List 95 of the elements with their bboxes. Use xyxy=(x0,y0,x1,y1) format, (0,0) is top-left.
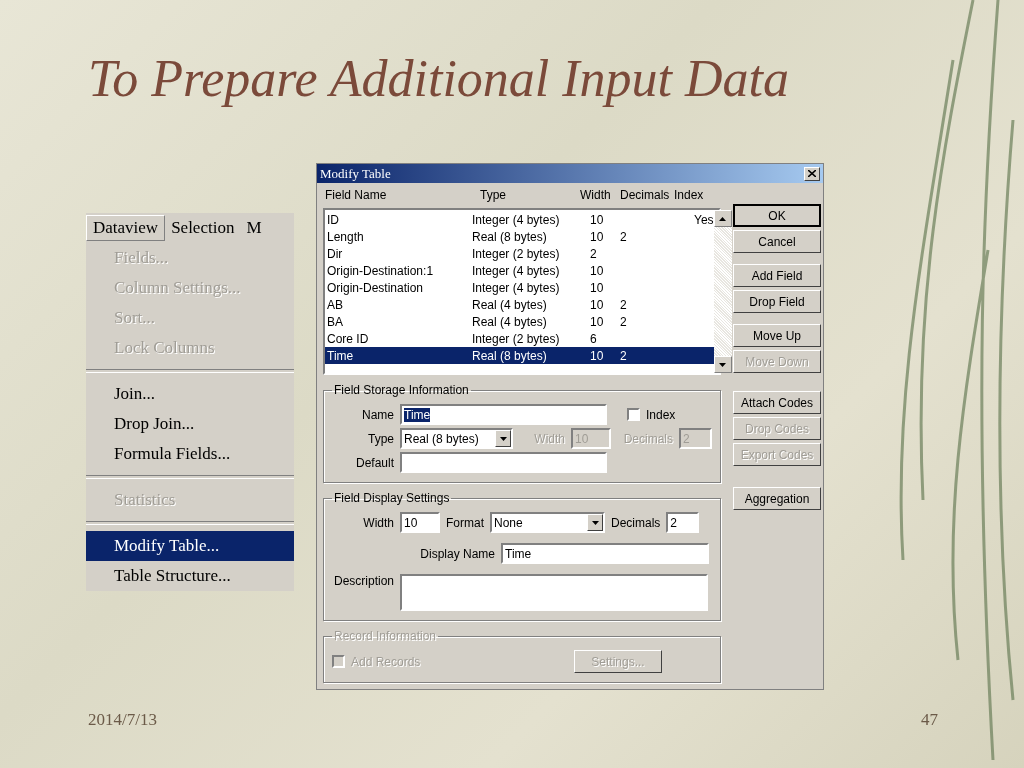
scrollbar[interactable] xyxy=(713,210,732,373)
decimals-field[interactable]: 2 xyxy=(666,512,700,533)
display-name-field[interactable]: Time xyxy=(501,543,709,564)
type-dropdown[interactable]: Real (8 bytes) xyxy=(400,428,513,449)
close-button[interactable] xyxy=(804,166,820,181)
field-label: Width xyxy=(362,515,394,530)
dialog-button[interactable]: Move Up xyxy=(733,324,821,347)
table-cell-text: Origin-Destination:1 xyxy=(327,263,435,278)
table-cell-text: 6 xyxy=(590,331,598,346)
column-header: Index xyxy=(674,188,705,202)
dialog-button[interactable]: Attach Codes xyxy=(733,391,821,414)
width-field[interactable]: 10 xyxy=(400,512,440,533)
field-label: Default xyxy=(354,455,394,470)
table-cell-text: 2 xyxy=(620,297,628,312)
menu-bar-item[interactable]: M xyxy=(240,216,268,240)
field-row[interactable]: BA Real (4 bytes) 10 2 xyxy=(325,313,714,330)
field-label: Display Name xyxy=(419,546,495,561)
description-field[interactable] xyxy=(400,574,708,611)
table-cell-text: 2 xyxy=(620,314,628,329)
table-cell-text: Integer (4 bytes) xyxy=(472,280,561,295)
table-cell-text: Integer (4 bytes) xyxy=(472,263,561,278)
group-legend: Field Display Settings xyxy=(332,491,452,505)
table-cell-text: 10 xyxy=(590,212,605,227)
column-header: Width xyxy=(580,188,612,202)
table-cell-text: Origin-Destination xyxy=(327,280,425,295)
field-label: Format xyxy=(446,515,484,530)
table-cell-text: 10 xyxy=(590,229,605,244)
name-field[interactable]: Time xyxy=(400,404,607,425)
close-icon xyxy=(808,170,816,177)
menu-item[interactable]: Table Structure... xyxy=(86,561,294,591)
field-label: Description xyxy=(332,574,394,588)
slide-number: 47 xyxy=(921,710,938,730)
menu-bar-item[interactable]: Selection xyxy=(165,216,241,240)
dialog-title: Modify Table xyxy=(320,165,391,182)
field-row[interactable]: Time Real (8 bytes) 10 2 xyxy=(325,347,714,364)
field-row[interactable]: ID Integer (4 bytes) 10 Yes xyxy=(325,211,714,228)
scroll-down-button[interactable] xyxy=(713,356,732,373)
table-cell-text: Dir xyxy=(327,246,344,261)
menu-bar-item[interactable]: Dataview xyxy=(86,215,166,241)
table-cell: Yes xyxy=(694,212,714,227)
group-legend: Record Information xyxy=(332,629,439,643)
group-legend: Field Storage Information xyxy=(332,383,471,397)
table-cell-text: Integer (2 bytes) xyxy=(472,246,561,261)
format-dropdown[interactable]: None xyxy=(490,512,605,533)
table-cell-text: ID xyxy=(327,212,340,227)
table-cell-text: Integer (2 bytes) xyxy=(472,331,561,346)
dialog-button[interactable]: Drop Field xyxy=(733,290,821,313)
checkbox-label: Index xyxy=(646,407,676,422)
field-row[interactable]: Core ID Integer (2 bytes) 6 xyxy=(325,330,714,347)
menu-item[interactable]: Modify Table... xyxy=(86,531,294,561)
table-cell-text: 2 xyxy=(590,246,598,261)
table-cell-text: 10 xyxy=(590,263,605,278)
field-label: Type xyxy=(367,431,394,446)
field-label: Decimals xyxy=(611,515,661,530)
scroll-up-button[interactable] xyxy=(713,210,732,227)
field-row[interactable]: Origin-Destination:1 Integer (4 bytes) 10 xyxy=(325,262,714,279)
table-cell-text: Length xyxy=(327,229,365,244)
column-header: Field Name xyxy=(325,188,388,202)
default-field[interactable] xyxy=(400,452,607,473)
table-cell-text: Integer (4 bytes) xyxy=(472,212,561,227)
table-cell-text: 10 xyxy=(590,297,605,312)
table-cell-text: Real (8 bytes) xyxy=(472,229,548,244)
slide-title: To Prepare Additional Input Data xyxy=(88,49,790,109)
down-arrow-icon xyxy=(499,436,507,441)
menu-item[interactable]: Formula Fields... xyxy=(86,439,294,469)
field-row[interactable]: Dir Integer (2 bytes) 2 xyxy=(325,245,714,262)
table-cell-text: Core ID xyxy=(327,331,370,346)
table-cell-text: 10 xyxy=(590,280,605,295)
down-arrow-icon xyxy=(719,362,727,367)
dialog-button[interactable]: OK xyxy=(733,204,821,227)
table-cell-text: Time xyxy=(327,348,355,363)
up-arrow-icon xyxy=(719,216,727,221)
table-cell-text: 10 xyxy=(590,348,605,363)
table-cell-text: BA xyxy=(327,314,344,329)
menu-item[interactable]: Join... xyxy=(86,379,294,409)
table-cell-text: 10 xyxy=(590,314,605,329)
slide-date: 2014/7/13 xyxy=(88,710,157,730)
dialog-button[interactable]: Cancel xyxy=(733,230,821,253)
field-row[interactable]: Origin-Destination Integer (4 bytes) 10 xyxy=(325,279,714,296)
index-checkbox[interactable] xyxy=(627,408,640,421)
table-cell-text: 2 xyxy=(620,348,628,363)
field-row[interactable]: AB Real (4 bytes) 10 2 xyxy=(325,296,714,313)
field-row[interactable]: Length Real (8 bytes) 10 2 xyxy=(325,228,714,245)
table-cell-text: AB xyxy=(327,297,344,312)
down-arrow-icon xyxy=(591,520,599,525)
dialog-button[interactable]: Aggregation xyxy=(733,487,821,510)
menu-item[interactable]: Drop Join... xyxy=(86,409,294,439)
table-cell-text: Real (8 bytes) xyxy=(472,348,548,363)
table-cell-text: 2 xyxy=(620,229,628,244)
field-label: Name xyxy=(361,407,394,422)
dialog-button[interactable]: Add Field xyxy=(733,264,821,287)
table-cell-text: Real (4 bytes) xyxy=(472,297,548,312)
table-cell-text: Real (4 bytes) xyxy=(472,314,548,329)
column-header: Type xyxy=(480,188,507,202)
column-header: Decimals xyxy=(620,188,671,202)
